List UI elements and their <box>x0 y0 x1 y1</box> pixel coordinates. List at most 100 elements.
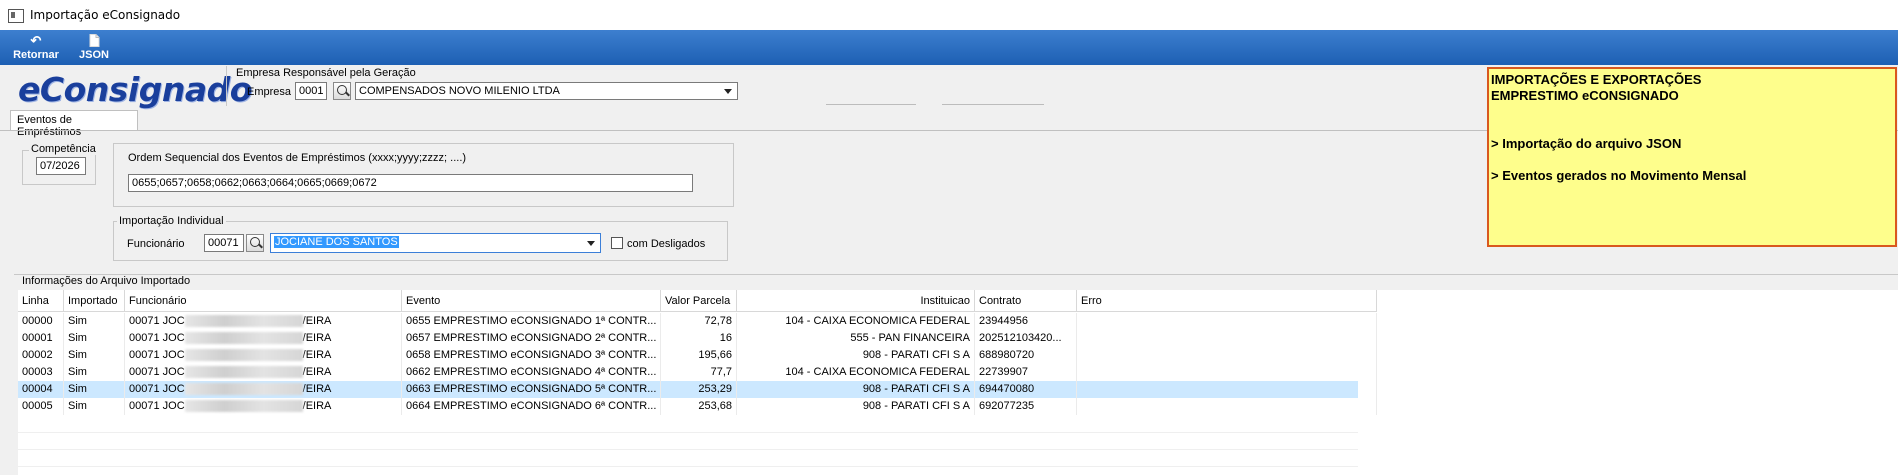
funcionario-name-start: 00071 JOC <box>129 315 185 327</box>
table-cell: 00001 <box>18 330 64 347</box>
empty-row-line <box>18 432 1358 433</box>
funcionario-search-button[interactable] <box>246 234 264 252</box>
table-cell: 00004 <box>18 381 64 398</box>
table-cell: 0663 EMPRESTIMO eCONSIGNADO 5ª CONTR... <box>402 381 661 398</box>
table-cell: 253,29 <box>661 381 737 398</box>
column-header-valor-parcela[interactable]: Valor Parcela <box>661 290 737 312</box>
table-row[interactable]: 00000 Sim 00071 JOC/EIRA 0655 EMPRESTIMO eC… <box>18 313 1377 330</box>
importacao-individual-label: Importação Individual <box>117 215 226 227</box>
funcionario-name-end: /EIRA <box>302 315 332 327</box>
column-header-contrato[interactable]: Contrato <box>975 290 1077 312</box>
table-row[interactable]: 00005 Sim 00071 JOC/EIRA 0664 EMPRESTIMO eC… <box>18 398 1377 415</box>
table-row[interactable]: 00001 Sim 00071 JOC/EIRA 0657 EMPRESTIMO eC… <box>18 330 1377 347</box>
app-icon <box>8 9 24 23</box>
column-header-importado[interactable]: Importado <box>64 290 125 312</box>
table-cell: 0664 EMPRESTIMO eCONSIGNADO 6ª CONTR... <box>402 398 661 415</box>
retornar-button[interactable]: ↶ Retornar <box>6 30 66 65</box>
table-cell <box>1077 381 1377 398</box>
note-line: EMPRESTIMO eCONSIGNADO <box>1491 88 1679 103</box>
table-cell <box>1077 347 1377 364</box>
table-section-label: Informações do Arquivo Importado <box>20 275 193 287</box>
chevron-down-icon[interactable] <box>721 84 735 98</box>
table-cell: 0655 EMPRESTIMO eCONSIGNADO 1ª CONTR... <box>402 313 661 330</box>
retornar-label: Retornar <box>13 49 59 61</box>
empresa-select[interactable]: COMPENSADOS NOVO MILENIO LTDA <box>355 82 738 100</box>
table-row[interactable]: 00004 Sim 00071 JOC/EIRA 0663 EMPRESTIMO eC… <box>18 381 1377 398</box>
table-cell <box>1077 330 1377 347</box>
table-cell: Sim <box>64 330 125 347</box>
table-cell: 104 - CAIXA ECONOMICA FEDERAL <box>737 313 975 330</box>
table-cell: 0658 EMPRESTIMO eCONSIGNADO 3ª CONTR... <box>402 347 661 364</box>
document-icon <box>72 34 116 48</box>
window-controls[interactable] <box>1878 6 1898 24</box>
info-note: IMPORTAÇÕES E EXPORTAÇÕES EMPRESTIMO eCO… <box>1487 67 1897 247</box>
funcionario-name-end: /EIRA <box>302 349 332 361</box>
funcionario-name-end: /EIRA <box>302 332 332 344</box>
funcionario-select-value: JOCIANE DOS SANTOS <box>274 236 399 248</box>
table-cell: 692077235 <box>975 398 1077 415</box>
funcionario-label: Funcionário <box>127 238 185 250</box>
column-header-instituicao[interactable]: Instituicao <box>737 290 975 312</box>
empresa-search-button[interactable] <box>333 82 351 100</box>
note-line: > Eventos gerados no Movimento Mensal <box>1491 168 1747 183</box>
window-title: Importação eConsignado <box>30 8 181 22</box>
table-cell: 104 - CAIXA ECONOMICA FEDERAL <box>737 364 975 381</box>
table-row[interactable]: 00003 Sim 00071 JOC/EIRA 0662 EMPRESTIMO eC… <box>18 364 1377 381</box>
funcionario-cell: 00071 JOC/EIRA <box>125 347 402 364</box>
return-arrow-icon: ↶ <box>30 33 42 48</box>
funcionario-name-end: /EIRA <box>302 383 332 395</box>
hidden-control <box>826 104 916 109</box>
hidden-control <box>942 104 1044 109</box>
table-cell: 0657 EMPRESTIMO eCONSIGNADO 2ª CONTR... <box>402 330 661 347</box>
funcionario-name-start: 00071 JOC <box>129 332 185 344</box>
table-cell: 00002 <box>18 347 64 364</box>
table-row[interactable]: 00002 Sim 00071 JOC/EIRA 0658 EMPRESTIMO eC… <box>18 347 1377 364</box>
desligados-label: com Desligados <box>627 238 706 250</box>
redacted-block <box>184 366 303 379</box>
note-line: IMPORTAÇÕES E EXPORTAÇÕES <box>1491 72 1702 87</box>
funcionario-code-input[interactable]: 00071 <box>204 234 244 252</box>
column-header-funcionario[interactable]: Funcionário <box>125 290 402 312</box>
tab-eventos-emprestimos[interactable]: Eventos de Empréstimos <box>10 110 138 138</box>
table-cell: 555 - PAN FINANCEIRA <box>737 330 975 347</box>
imported-data-table[interactable]: Linha Importado Funcionário Evento Valor… <box>18 290 1898 475</box>
funcionario-cell: 00071 JOC/EIRA <box>125 381 402 398</box>
note-line: > Importação do arquivo JSON <box>1491 136 1682 151</box>
funcionario-name-start: 00071 JOC <box>129 366 185 378</box>
table-cell: 0662 EMPRESTIMO eCONSIGNADO 4ª CONTR... <box>402 364 661 381</box>
funcionario-name-end: /EIRA <box>302 366 332 378</box>
json-label: JSON <box>79 49 109 61</box>
column-header-evento[interactable]: Evento <box>402 290 661 312</box>
competencia-input[interactable]: 07/2026 <box>36 157 86 175</box>
table-cell <box>1077 313 1377 330</box>
title-bar: Importação eConsignado <box>0 0 1898 31</box>
funcionario-cell: 00071 JOC/EIRA <box>125 313 402 330</box>
table-cell: 00003 <box>18 364 64 381</box>
table-cell: 694470080 <box>975 381 1077 398</box>
column-header-linha[interactable]: Linha <box>18 290 64 312</box>
desligados-checkbox[interactable] <box>611 237 623 249</box>
table-cell: 688980720 <box>975 347 1077 364</box>
json-button[interactable]: JSON <box>72 30 116 65</box>
redacted-block <box>184 400 303 413</box>
chevron-down-icon[interactable] <box>584 236 598 250</box>
econsignado-logo: eConsignado <box>18 70 252 109</box>
table-cell: 72,78 <box>661 313 737 330</box>
table-cell: 16 <box>661 330 737 347</box>
table-cell: 908 - PARATI CFI S A <box>737 347 975 364</box>
ordem-input[interactable]: 0655;0657;0658;0662;0663;0664;0665;0669;… <box>128 174 693 192</box>
table-cell: Sim <box>64 381 125 398</box>
tab-label: Eventos de Empréstimos <box>17 114 82 138</box>
column-header-erro[interactable]: Erro <box>1077 290 1377 312</box>
table-cell: Sim <box>64 398 125 415</box>
funcionario-select[interactable]: JOCIANE DOS SANTOS <box>270 233 601 253</box>
table-cell: 00000 <box>18 313 64 330</box>
empresa-code-input[interactable]: 0001 <box>295 82 327 100</box>
empresa-group-label: Empresa Responsável pela Geração <box>236 67 416 79</box>
table-cell: 195,66 <box>661 347 737 364</box>
table-cell: 202512103420... <box>975 330 1077 347</box>
section-divider <box>14 274 1898 275</box>
table-cell: 908 - PARATI CFI S A <box>737 398 975 415</box>
empty-row-line <box>18 449 1358 450</box>
table-cell: Sim <box>64 364 125 381</box>
